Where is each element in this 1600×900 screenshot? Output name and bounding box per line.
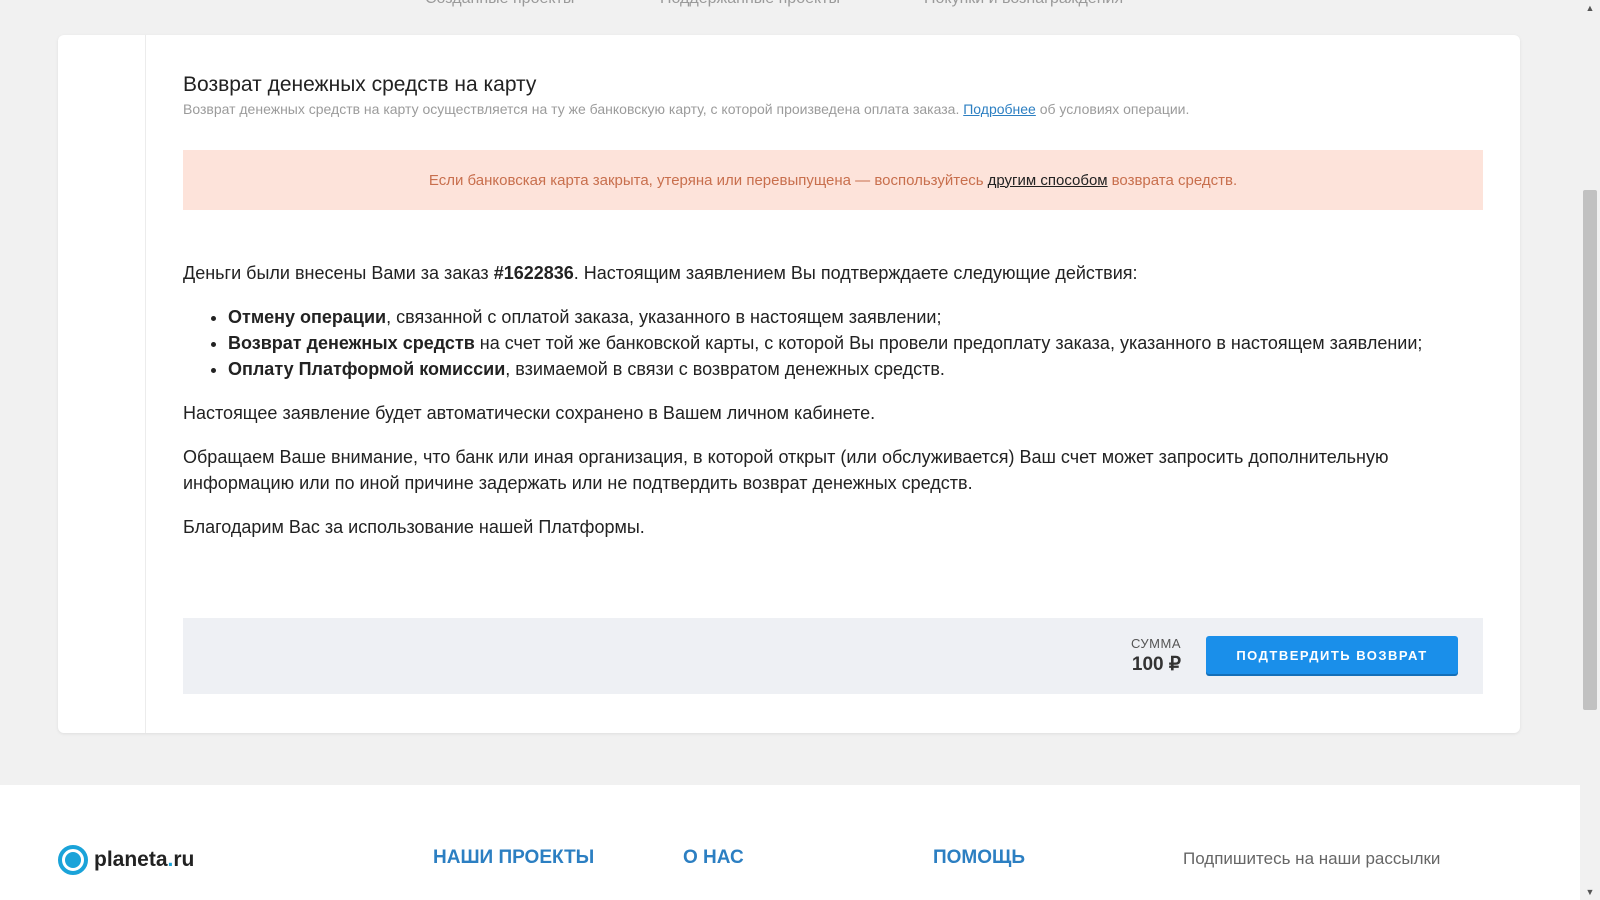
page-subtitle: Возврат денежных средств на карту осущес…: [183, 101, 1189, 117]
statement-body: Деньги были внесены Вами за заказ #16228…: [183, 260, 1483, 558]
scroll-thumb[interactable]: [1583, 190, 1597, 710]
list-item-text: , взимаемой в связи с возвратом денежных…: [505, 359, 945, 379]
refund-card: Возврат денежных средств на карту Возвра…: [58, 35, 1520, 733]
confirm-bar: СУММА 100 ₽ ПОДТВЕРДИТЬ ВОЗВРАТ: [183, 618, 1483, 694]
scroll-down-arrow-icon[interactable]: ▼: [1580, 884, 1600, 900]
confirm-refund-button[interactable]: ПОДТВЕРДИТЬ ВОЗВРАТ: [1206, 636, 1458, 674]
subtitle-text-after: об условиях операции.: [1039, 101, 1190, 117]
site-logo[interactable]: planeta.ru: [58, 845, 194, 875]
list-item-bold: Возврат денежных средств: [228, 333, 475, 353]
page-scrollbar[interactable]: ▲ ▼: [1580, 0, 1600, 900]
intro-text: Деньги были внесены Вами за заказ: [183, 263, 489, 283]
tab-supported-projects[interactable]: Поддержанные проекты: [660, 0, 840, 8]
intro-text-after: . Настоящим заявлением Вы подтверждаете …: [573, 263, 1138, 283]
footer-nav-about[interactable]: О НАС: [683, 847, 744, 869]
list-item: Возврат денежных средств на счет той же …: [228, 330, 1483, 356]
other-method-link[interactable]: другим способом: [988, 172, 1108, 189]
card-warning-alert: Если банковская карта закрыта, утеряна и…: [183, 150, 1483, 210]
alert-text-after: возврата средств.: [1111, 171, 1238, 189]
list-item: Оплату Платформой комиссии, взимаемой в …: [228, 356, 1483, 382]
list-item: Отмену операции, связанной с оплатой зак…: [228, 304, 1483, 330]
list-item-bold: Отмену операции: [228, 307, 387, 327]
thanks-text: Благодарим Вас за использование нашей Пл…: [183, 517, 645, 537]
list-item-bold: Оплату Платформой комиссии: [228, 359, 506, 379]
subtitle-text: Возврат денежных средств на карту осущес…: [183, 101, 960, 117]
tab-purchases-rewards[interactable]: Покупки и вознаграждения: [924, 0, 1123, 8]
sum-label: СУММА: [1130, 636, 1181, 651]
footer-nav-help[interactable]: ПОМОЩЬ: [933, 847, 1025, 869]
tab-created-projects[interactable]: Созданные проекты: [425, 0, 574, 8]
list-item-text: на счет той же банковской карты, с котор…: [474, 333, 1423, 353]
saved-note: Настоящее заявление будет автоматически …: [183, 403, 876, 423]
list-item-text: , связанной с оплатой заказа, указанного…: [386, 307, 942, 327]
actions-list: Отмену операции, связанной с оплатой зак…: [183, 304, 1483, 382]
details-link[interactable]: Подробнее: [963, 101, 1036, 117]
planeta-logo-icon: [58, 845, 88, 875]
top-tabs: Созданные проекты Поддержанные проекты П…: [0, 0, 1580, 8]
logo-text: planeta.ru: [94, 848, 195, 871]
order-number: #1622836: [493, 263, 574, 283]
card-sidebar: [58, 35, 146, 733]
subscribe-label: Подпишитесь на наши рассылки: [1183, 849, 1441, 868]
footer-nav-projects[interactable]: НАШИ ПРОЕКТЫ: [433, 847, 594, 869]
bank-warning: Обращаем Ваше внимание, что банк или ина…: [183, 447, 1389, 493]
sum-value: 100 ₽: [1131, 654, 1181, 675]
intro-paragraph: Деньги были внесены Вами за заказ #16228…: [183, 260, 1483, 286]
page-title: Возврат денежных средств на карту: [183, 73, 537, 96]
scroll-up-arrow-icon[interactable]: ▲: [1580, 0, 1600, 16]
site-footer: planeta.ru НАШИ ПРОЕКТЫ О НАС ПОМОЩЬ Под…: [0, 785, 1580, 900]
alert-text: Если банковская карта закрыта, утеряна и…: [428, 171, 984, 189]
